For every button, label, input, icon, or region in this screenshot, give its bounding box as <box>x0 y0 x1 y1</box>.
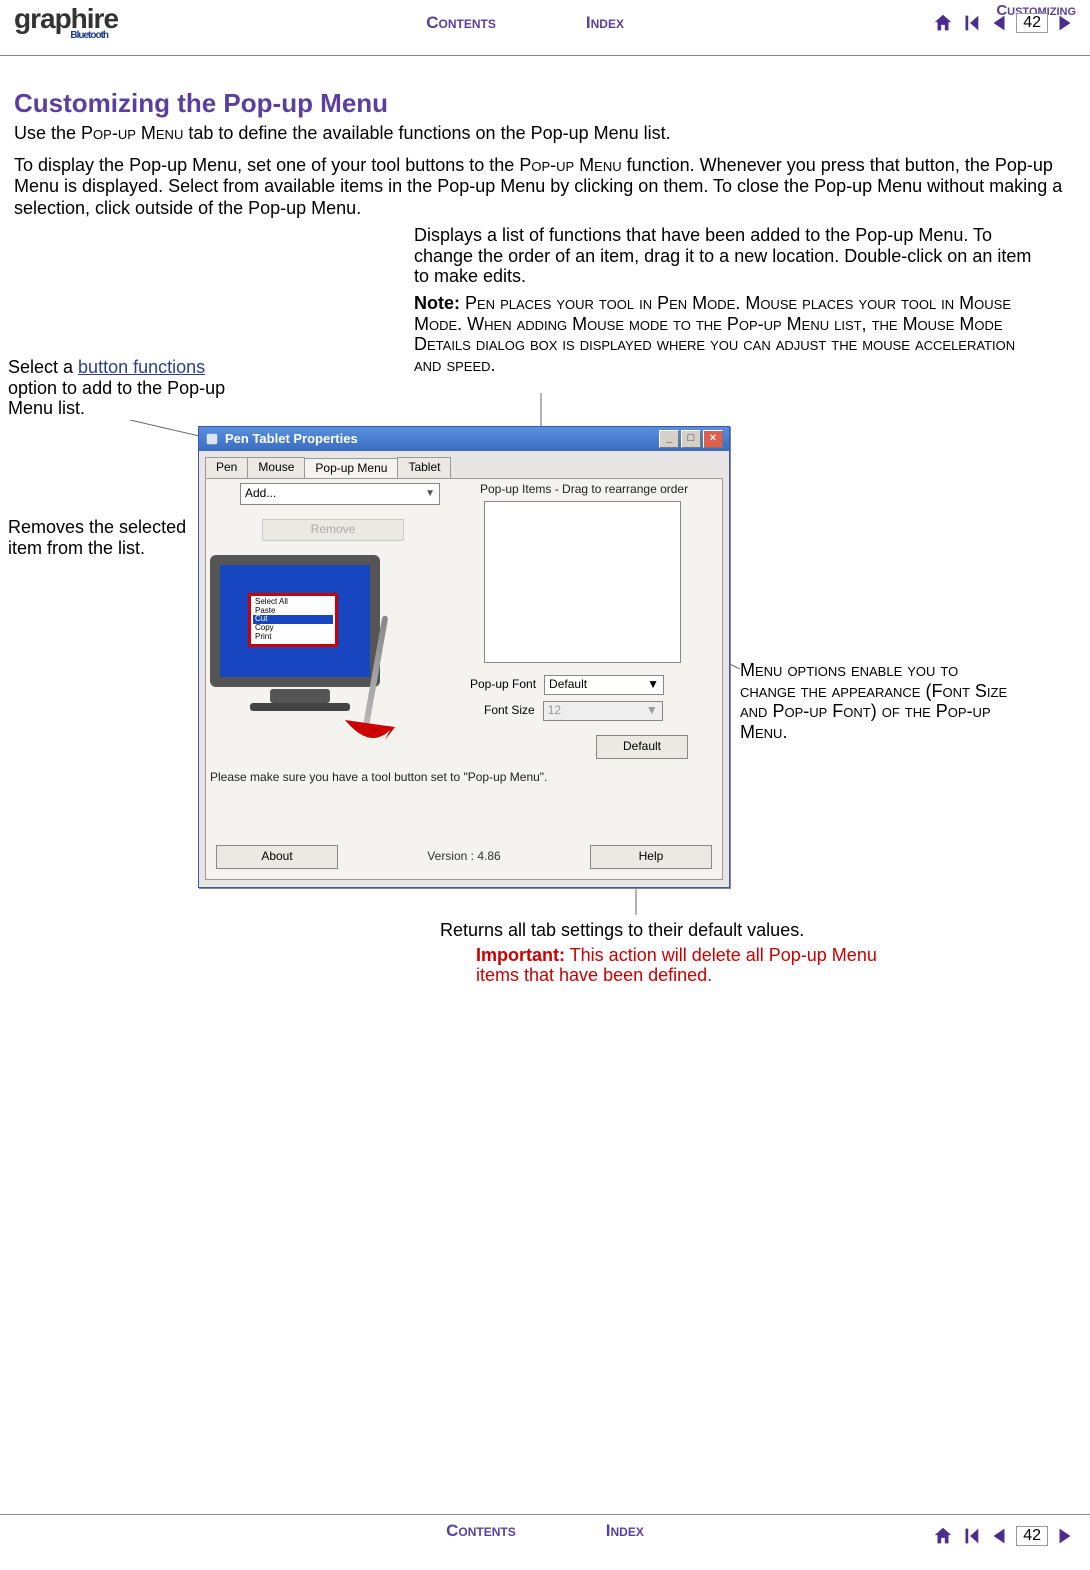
first-icon[interactable] <box>960 12 982 34</box>
chevron-down-icon: ▼ <box>425 488 435 500</box>
home-icon[interactable] <box>932 12 954 34</box>
prev-icon[interactable] <box>988 12 1010 34</box>
dialog-tabs: Pen Mouse Pop-up Menu Tablet <box>199 451 729 478</box>
contents-link[interactable]: Contents <box>426 13 496 33</box>
popup-items-label: Pop-up Items - Drag to rearrange order <box>480 483 688 497</box>
tab-body: Add... ▼ Remove Pop-up Items - Drag to r… <box>205 478 723 880</box>
chevron-down-icon: ▼ <box>647 678 659 692</box>
callout-remove: Removes the selected item from the list. <box>8 517 218 558</box>
red-arrow-icon <box>340 715 400 745</box>
top-nav: graphire Bluetooth Contents Index 42 <box>0 0 1090 56</box>
mini-menu-illustration: Select All Paste Cut Copy Print <box>248 593 338 647</box>
monitor-illustration: Select All Paste Cut Copy Print <box>210 555 390 725</box>
app-icon <box>205 432 219 446</box>
tab-popup-menu[interactable]: Pop-up Menu <box>304 458 398 479</box>
bottom-nav: Contents Index 42 <box>0 1514 1090 1570</box>
help-button[interactable]: Help <box>590 845 712 869</box>
dialog-title-text: Pen Tablet Properties <box>225 432 358 447</box>
index-link[interactable]: Index <box>586 13 624 33</box>
popup-items-list[interactable] <box>484 501 681 663</box>
font-size-label: Font Size <box>484 704 535 718</box>
next-icon[interactable] <box>1054 1525 1076 1547</box>
dialog-titlebar: Pen Tablet Properties _ □ × <box>199 427 729 451</box>
maximize-button[interactable]: □ <box>681 430 701 448</box>
page-number: 42 <box>1016 13 1048 33</box>
callout-popup-items: Displays a list of functions that have b… <box>414 225 1044 376</box>
brand-name: graphire <box>14 6 118 31</box>
contents-link-bottom[interactable]: Contents <box>446 1521 516 1541</box>
about-button[interactable]: About <box>216 845 338 869</box>
dialog-window: Pen Tablet Properties _ □ × Pen Mouse Po… <box>198 426 730 888</box>
close-button[interactable]: × <box>703 430 723 448</box>
intro-paragraph-2: To display the Pop-up Menu, set one of y… <box>14 155 1076 220</box>
add-dropdown-label: Add... <box>245 487 276 501</box>
brand-logo: graphire Bluetooth <box>14 6 118 40</box>
chevron-down-icon: ▼ <box>646 704 658 718</box>
tab-pen[interactable]: Pen <box>205 457 248 478</box>
intro-paragraph-1: Use the Pop-up Menu tab to define the av… <box>14 123 1076 145</box>
brand-sub: Bluetooth <box>70 31 108 40</box>
minimize-button[interactable]: _ <box>659 430 679 448</box>
popup-font-select[interactable]: Default▼ <box>544 675 664 695</box>
tab-mouse[interactable]: Mouse <box>247 457 305 478</box>
page-title: Customizing the Pop-up Menu <box>14 88 1076 119</box>
default-button[interactable]: Default <box>596 735 688 759</box>
version-label: Version : 4.86 <box>427 850 500 864</box>
index-link-bottom[interactable]: Index <box>606 1521 644 1541</box>
button-functions-link[interactable]: button functions <box>78 357 205 377</box>
first-icon[interactable] <box>960 1525 982 1547</box>
font-size-select[interactable]: 12▼ <box>543 701 663 721</box>
callout-font-options: Menu options enable you to change the ap… <box>740 660 1010 743</box>
next-icon[interactable] <box>1054 12 1076 34</box>
tab-tablet[interactable]: Tablet <box>397 457 451 478</box>
remove-button[interactable]: Remove <box>262 519 404 541</box>
home-icon[interactable] <box>932 1525 954 1547</box>
prev-icon[interactable] <box>988 1525 1010 1547</box>
add-dropdown[interactable]: Add... ▼ <box>240 483 440 505</box>
hint-text: Please make sure you have a tool button … <box>210 771 547 785</box>
page-number-bottom: 42 <box>1016 1526 1048 1546</box>
callout-default: Returns all tab settings to their defaul… <box>440 920 920 986</box>
callout-add-dropdown: Select a button functions option to add … <box>8 357 228 419</box>
popup-font-label: Pop-up Font <box>470 678 536 692</box>
